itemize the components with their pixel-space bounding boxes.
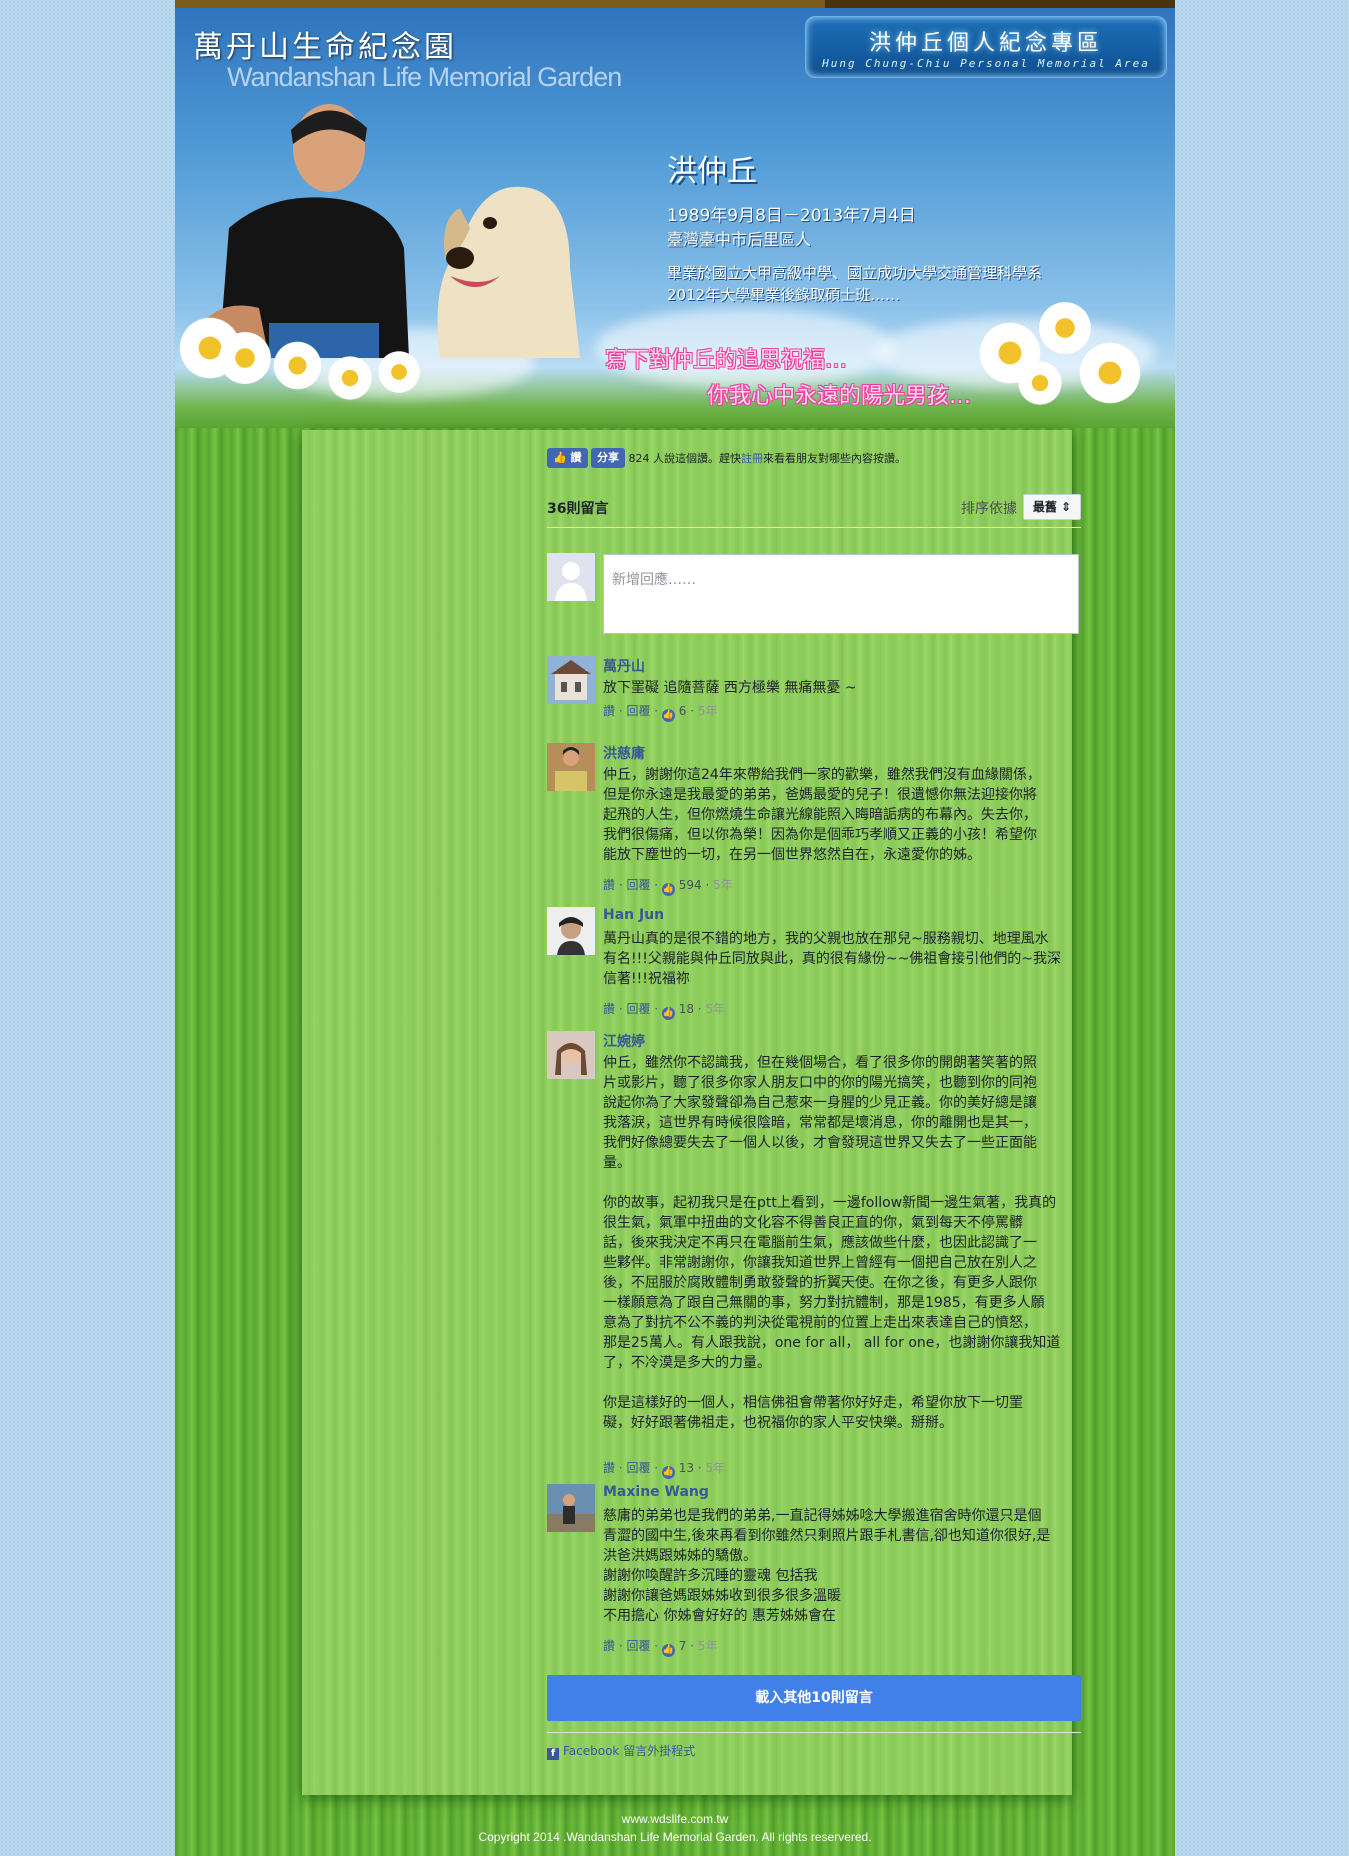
site-logo-english: Wandanshan Life Memorial Garden	[227, 62, 622, 92]
like-count: 594	[678, 878, 702, 892]
page: 萬丹山生命紀念園 Wandanshan Life Memorial Garden…	[175, 0, 1175, 1856]
like-reply-links[interactable]: 讚 · 回覆 ·	[603, 704, 658, 718]
comment-actions: 讚 · 回覆 · 👍 6 · 5年	[603, 704, 718, 722]
like-reply-links[interactable]: 讚 · 回覆 ·	[603, 878, 658, 892]
memorial-area-subtitle: Hung Chung-Chiu Personal Memorial Area	[822, 57, 1150, 70]
comment-time[interactable]: 5年	[713, 878, 733, 892]
comment-item: Maxine Wang 慈庸的弟弟也是我們的弟弟,一直記得姊姊唸大學搬進宿舍時你…	[547, 1484, 1081, 1657]
hometown: 臺灣臺中市后里區人	[667, 230, 812, 249]
memorial-area-badge: 洪仲丘個人紀念專區 Hung Chung-Chiu Personal Memor…	[805, 16, 1167, 78]
share-button-label: 分享	[597, 451, 620, 464]
comment-actions: 讚 · 回覆 · 👍 7 · 5年	[603, 1639, 718, 1657]
like-count: 18	[678, 1002, 695, 1016]
dog-photo	[437, 186, 580, 358]
life-dates: 1989年9月8日－2013年7月4日	[667, 206, 916, 226]
commenter-avatar[interactable]	[547, 743, 595, 791]
comment-actions: 讚 · 回覆 · 👍 13 · 5年	[603, 1461, 726, 1479]
default-avatar-icon	[547, 553, 595, 601]
education-line-2: 2012年大學畢業後錄取碩士班……	[667, 286, 901, 304]
comment-text: 萬丹山真的是很不錯的地方，我的父親也放在那兒~服務親切、地理風水 有名!!!父親…	[603, 931, 1062, 987]
comment-text: 仲丘，謝謝你這24年來帶給我們一家的歡樂，雖然我們沒有血緣關係， 但是你永遠是我…	[603, 767, 1041, 863]
commenter-name[interactable]: 江婉婷	[603, 1031, 645, 1051]
divider	[547, 1732, 1081, 1733]
commenter-avatar[interactable]	[547, 1031, 595, 1079]
facebook-plugin-link[interactable]: f Facebook 留言外掛程式	[547, 1742, 695, 1760]
flower-decoration	[325, 353, 375, 403]
commenter-name[interactable]: 萬丹山	[603, 656, 645, 676]
flower-decoration	[1015, 358, 1065, 408]
comment-count: 36則留言	[547, 501, 609, 517]
current-user-avatar	[547, 553, 595, 601]
like-count-prefix: 824 人說這個讚。趕快	[628, 452, 742, 465]
thumbs-up-icon: 👍	[553, 451, 567, 464]
like-count-suffix: 來看看朋友對哪些內容按讚。	[763, 452, 907, 465]
memorial-area-title: 洪仲丘個人紀念專區	[868, 31, 1103, 56]
load-more-comments-button[interactable]: 載入其他10則留言	[547, 1675, 1081, 1721]
like-reply-links[interactable]: 讚 · 回覆 ·	[603, 1639, 658, 1653]
flower-decoration	[215, 328, 275, 388]
sort-value: 最舊	[1032, 500, 1057, 514]
like-icon: 👍	[661, 1007, 675, 1020]
sort-select[interactable]: 最舊 ⇕	[1023, 494, 1081, 520]
like-icon: 👍	[661, 1644, 675, 1657]
commenter-avatar[interactable]	[547, 656, 595, 704]
comment-time[interactable]: 5年	[698, 1639, 718, 1653]
commenter-name[interactable]: Maxine Wang	[603, 1484, 709, 1500]
like-button-label: 讚	[570, 451, 582, 464]
education-line-1: 畢業於國立大甲高級中學、國立成功大學交通管理科學系	[667, 264, 1043, 282]
like-button[interactable]: 👍 讚	[547, 448, 588, 468]
comment-item: 萬丹山 放下罣礙 追隨菩薩 西方極樂 無痛無憂 ~ 讚 · 回覆 · 👍 6 ·…	[547, 656, 1081, 726]
like-icon: 👍	[661, 883, 675, 896]
commenter-name[interactable]: 洪慈庸	[603, 743, 645, 763]
flower-decoration	[375, 348, 423, 396]
sort-label: 排序依據	[961, 501, 1017, 517]
comment-item: 江婉婷 仲丘，雖然你不認識我，但在幾個場合，看了很多你的開朗著笑著的照 片或影片…	[547, 1031, 1081, 1479]
facebook-icon: f	[547, 1748, 559, 1760]
like-count: 6	[678, 704, 687, 718]
share-button[interactable]: 分享	[591, 448, 626, 468]
flower-decoration	[270, 338, 325, 393]
deceased-name: 洪仲丘	[667, 154, 757, 189]
flower-decoration	[1075, 338, 1145, 408]
site-logo-chinese[interactable]: 萬丹山生命紀念園	[193, 22, 457, 66]
divider	[547, 527, 1081, 528]
footer-site-url[interactable]: www.wdslife.com.tw	[175, 1812, 1175, 1826]
tagline-2: 你我心中永遠的陽光男孩…	[707, 384, 972, 409]
footer-copyright: Copyright 2014 .Wandanshan Life Memorial…	[478, 1830, 872, 1844]
like-icon: 👍	[661, 1466, 675, 1479]
signup-link[interactable]: 註冊	[741, 452, 763, 465]
tagline-1: 寫下對仲丘的追思祝福…	[605, 348, 848, 373]
commenter-name[interactable]: Han Jun	[603, 907, 664, 923]
comment-time[interactable]: 5年	[705, 1002, 725, 1016]
comments-panel: 👍 讚 分享 824 人說這個讚。趕快註冊來看看朋友對哪些內容按讚。 36則留言…	[302, 430, 1081, 1795]
comment-text: 慈庸的弟弟也是我們的弟弟,一直記得姊姊唸大學搬進宿舍時你還只是個 青澀的國中生,…	[603, 1508, 1051, 1624]
comment-time[interactable]: 5年	[705, 1461, 725, 1475]
like-reply-links[interactable]: 讚 · 回覆 ·	[603, 1002, 658, 1016]
commenter-avatar[interactable]	[547, 907, 595, 955]
memorial-banner: 萬丹山生命紀念園 Wandanshan Life Memorial Garden…	[175, 8, 1175, 428]
like-count-text: 824 人說這個讚。趕快註冊來看看朋友對哪些內容按讚。	[629, 452, 907, 465]
comment-actions: 讚 · 回覆 · 👍 18 · 5年	[603, 1002, 726, 1020]
comment-text: 放下罣礙 追隨菩薩 西方極樂 無痛無憂 ~	[603, 680, 857, 696]
like-reply-links[interactable]: 讚 · 回覆 ·	[603, 1461, 658, 1475]
like-bar: 👍 讚 分享 824 人說這個讚。趕快註冊來看看朋友對哪些內容按讚。	[547, 448, 1081, 468]
comment-time[interactable]: 5年	[698, 704, 718, 718]
sort-arrows-icon: ⇕	[1061, 500, 1072, 514]
comment-item: Han Jun 萬丹山真的是很不錯的地方，我的父親也放在那兒~服務親切、地理風水…	[547, 907, 1081, 1020]
comment-actions: 讚 · 回覆 · 👍 594 · 5年	[603, 878, 733, 896]
commenter-avatar[interactable]	[547, 1484, 595, 1532]
top-bar	[175, 0, 1175, 8]
comment-text: 仲丘，雖然你不認識我，但在幾個場合，看了很多你的開朗著笑著的照 片或影片，聽了很…	[603, 1055, 1061, 1431]
new-comment-input[interactable]: 新增回應……	[603, 554, 1079, 634]
like-count: 7	[678, 1639, 687, 1653]
facebook-plugin-label: Facebook 留言外掛程式	[563, 1744, 696, 1758]
comment-item: 洪慈庸 仲丘，謝謝你這24年來帶給我們一家的歡樂，雖然我們沒有血緣關係， 但是你…	[547, 743, 1081, 896]
like-icon: 👍	[661, 709, 675, 722]
like-count: 13	[678, 1461, 695, 1475]
